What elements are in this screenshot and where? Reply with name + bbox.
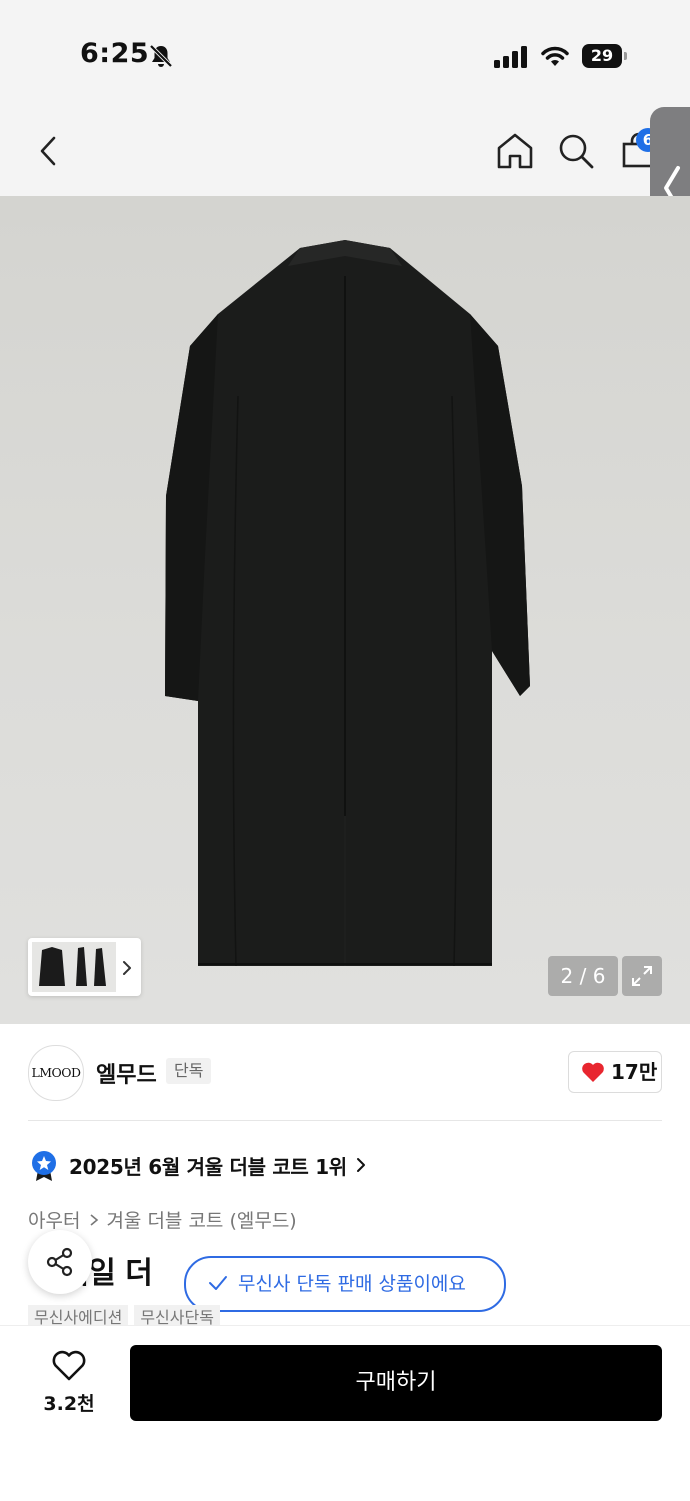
share-button[interactable] [28,1230,92,1294]
ranking-text[interactable]: 2025년 6월 겨울 더블 코트 1위 [69,1151,347,1180]
breadcrumb-item-coat[interactable]: 겨울 더블 코트 (엘무드) [106,1210,296,1232]
buy-button[interactable]: 구매하기 [130,1345,662,1421]
chevron-right-icon[interactable] [354,1156,368,1174]
chevron-right-icon [90,1214,99,1226]
search-icon[interactable] [556,130,596,172]
share-icon [46,1247,73,1277]
product-image-gallery[interactable] [0,196,690,1024]
heart-filled-icon [582,1062,604,1082]
category-breadcrumb: 아우터 겨울 더블 코트 (엘무드) [28,1206,297,1233]
signal-icon [494,46,527,68]
fullscreen-button[interactable] [622,956,662,996]
wifi-icon [541,46,569,66]
brand-like-button[interactable]: 17만 [568,1051,662,1093]
section-divider [28,1120,662,1121]
brand-like-count: 17만 [611,1060,658,1084]
wishlist-count: 3.2천 [43,1393,95,1415]
battery-icon: 29 [582,44,628,68]
home-icon[interactable] [494,130,536,172]
thumbnail-image [32,942,116,992]
coat-back-image [165,240,530,967]
battery-level: 29 [590,46,614,65]
back-icon[interactable] [30,130,70,172]
exclusive-toast: 무신사 단독 판매 상품이에요 [184,1256,506,1312]
expand-icon [632,966,652,986]
bell-slash-icon [149,44,173,68]
toast-text: 무신사 단독 판매 상품이에요 [238,1273,466,1295]
image-page-counter: 2 / 6 [548,956,618,996]
brand-name[interactable]: 엘무드 [96,1057,157,1089]
brand-exclusive-tag: 단독 [166,1058,212,1084]
battery-cap [624,52,627,60]
breadcrumb-item-outer[interactable]: 아우터 [28,1210,80,1232]
status-time: 6:25 [80,38,150,69]
check-icon [209,1276,227,1290]
heart-outline-icon[interactable] [51,1350,87,1382]
ranking-badge-icon [32,1151,56,1181]
chevron-right-icon[interactable] [118,956,136,980]
brand-logo[interactable]: LMOOD [28,1045,84,1101]
